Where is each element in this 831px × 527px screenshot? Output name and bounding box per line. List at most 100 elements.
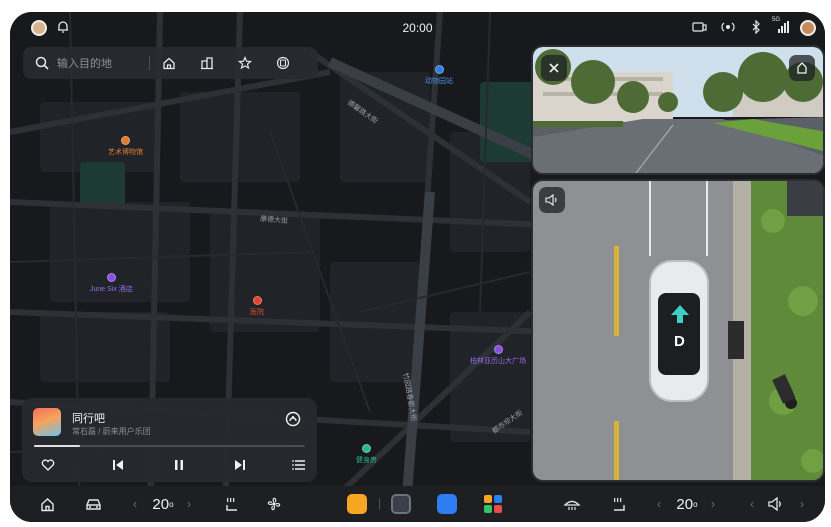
music-source-icon (285, 411, 301, 427)
star-icon (238, 56, 252, 70)
charging-station-button[interactable] (264, 47, 302, 79)
song-artist: 常石磊 / 蔚来用户乐团 (72, 427, 151, 436)
volume-increase-button[interactable]: › (795, 494, 809, 514)
seat-heat-icon (613, 497, 625, 511)
volume-button[interactable] (765, 494, 787, 514)
app-grid-icon (484, 495, 502, 513)
poi-label: 艺术博物馆 (108, 149, 143, 156)
driver-temp-unit: o (169, 499, 174, 509)
home-icon (40, 497, 54, 511)
close-camera-button[interactable] (541, 55, 567, 81)
assistant-app-icon (347, 494, 367, 514)
company-destination-button[interactable] (188, 47, 226, 79)
home-button[interactable] (37, 494, 57, 514)
map-poi[interactable]: 健身房 (356, 444, 377, 465)
seat-heat-icon (226, 497, 237, 511)
search-input[interactable]: 输入目的地 (57, 55, 137, 71)
poi-marker-icon (252, 296, 262, 305)
fan-button[interactable] (264, 494, 284, 514)
navigation-search-bar: 输入目的地 (23, 47, 318, 79)
home-destination-button[interactable] (150, 47, 188, 79)
poi-label: June Six 酒店 (90, 286, 133, 293)
car-icon (85, 499, 101, 510)
fan-icon (267, 497, 281, 511)
map-poi[interactable]: 动物园站 (425, 65, 453, 86)
phone-projection-icon (692, 20, 708, 36)
app-car-assistant[interactable] (346, 494, 368, 514)
playlist-icon (292, 460, 305, 470)
poi-marker-icon (493, 345, 503, 354)
poi-label: 柏林亚历山大广场 (470, 358, 526, 365)
building-icon (201, 57, 213, 70)
phone-app-icon (391, 494, 411, 514)
status-bar: 20:00 5G (10, 12, 825, 44)
wireless-charging-icon (720, 20, 736, 36)
music-player-card: 同行吧 常石磊 / 蔚来用户乐团 (22, 398, 317, 482)
surround-view-camera: D (531, 179, 825, 482)
vehicle-button[interactable] (82, 494, 104, 514)
bluetooth-icon (750, 19, 766, 36)
app-navigation[interactable] (436, 494, 458, 514)
defrost-button[interactable] (561, 494, 583, 514)
next-track-button[interactable] (231, 456, 249, 474)
playlist-button[interactable] (290, 456, 308, 474)
favorites-button[interactable] (226, 47, 264, 79)
driver-temp-increase-button[interactable]: › (182, 494, 196, 514)
seat-heat-button[interactable] (222, 494, 242, 514)
app-phone[interactable] (390, 494, 412, 514)
car-infotainment-screen: 德馨路大街 康德大街 竹园路春都大街 都市坝大街 动物园站 艺术博物馆 June… (10, 12, 825, 522)
forward-arrow-icon (671, 305, 689, 323)
charging-icon (276, 56, 290, 70)
navigation-app-icon (437, 494, 457, 514)
poi-label: 动物园站 (425, 78, 453, 85)
signal-type-label: 5G (772, 17, 781, 23)
previous-track-button[interactable] (109, 456, 127, 474)
map-poi[interactable]: 柏林亚历山大广场 (470, 345, 526, 366)
poi-marker-icon (362, 444, 371, 453)
camera-switch-button[interactable] (789, 55, 815, 81)
poi-label: 医院 (250, 309, 264, 316)
search-icon[interactable] (35, 56, 49, 70)
passenger-temperature[interactable]: 20 o (672, 494, 702, 514)
camera-audio-button[interactable] (539, 187, 565, 213)
driver-temp-value: 20 (152, 495, 170, 513)
app-launcher[interactable] (482, 494, 504, 514)
album-art[interactable] (33, 408, 61, 436)
playback-progress-bar[interactable] (34, 445, 305, 447)
front-camera-view (531, 45, 825, 175)
map-poi[interactable]: 艺术博物馆 (108, 136, 143, 157)
volume-icon (768, 497, 781, 511)
divider (379, 498, 380, 510)
gear-indicator: D (674, 333, 685, 350)
bottom-dock: ‹ 20 o › ‹ 20 o › ‹ › (10, 486, 825, 522)
driver-temp-decrease-button[interactable]: ‹ (128, 494, 142, 514)
home-icon (163, 57, 175, 70)
driver-temperature[interactable]: 20 o (148, 494, 178, 514)
next-icon (235, 460, 245, 470)
map-poi[interactable]: June Six 酒店 (90, 273, 133, 294)
pause-button[interactable] (170, 456, 188, 474)
surround-view-feed (533, 181, 823, 480)
pause-icon (175, 460, 183, 470)
passenger-temp-unit: o (693, 499, 698, 509)
passenger-seat-heat-button[interactable] (608, 494, 630, 514)
passenger-avatar[interactable] (800, 20, 816, 36)
song-title: 同行吧 (72, 413, 105, 425)
passenger-temp-decrease-button[interactable]: ‹ (652, 494, 666, 514)
like-button[interactable] (39, 456, 57, 474)
poi-marker-icon (121, 136, 130, 145)
poi-marker-icon (106, 273, 116, 282)
passenger-temp-increase-button[interactable]: › (706, 494, 720, 514)
poi-label: 健身房 (356, 457, 377, 464)
poi-marker-icon (434, 65, 444, 74)
volume-decrease-button[interactable]: ‹ (745, 494, 759, 514)
close-icon (549, 63, 559, 73)
camera-switch-icon (797, 62, 807, 74)
map-poi[interactable]: 医院 (250, 296, 264, 317)
passenger-temp-value: 20 (676, 495, 694, 513)
defrost-icon (563, 500, 581, 510)
previous-icon (113, 460, 123, 470)
music-source-button[interactable] (284, 410, 302, 428)
front-camera-feed (533, 47, 823, 173)
heart-icon (41, 459, 55, 471)
